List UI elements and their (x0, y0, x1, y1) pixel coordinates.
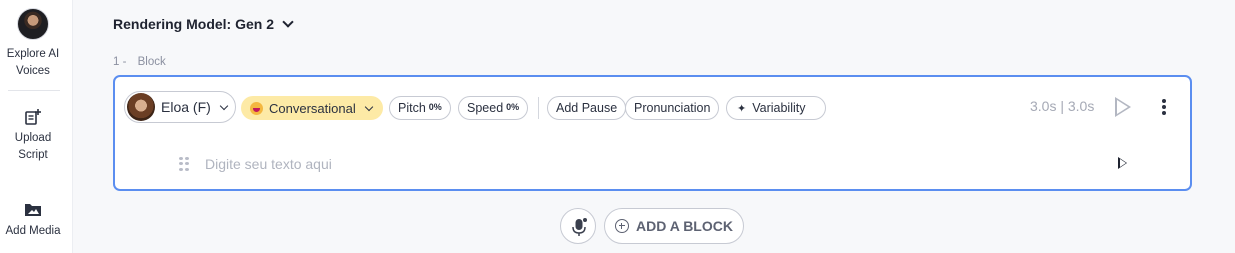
speed-label: Speed (467, 101, 504, 115)
sidebar-item-add-media[interactable]: Add Media (0, 201, 66, 240)
variability-label: Variability (752, 101, 806, 115)
sidebar-divider (8, 90, 60, 91)
voice-avatar (127, 93, 155, 121)
sidebar-item-explore-ai-voices[interactable]: Explore AI Voices (0, 8, 66, 80)
chevron-down-icon (282, 16, 294, 28)
sidebar-label-line: Voices (16, 65, 50, 77)
add-block-button[interactable]: ADD A BLOCK (604, 208, 744, 244)
sidebar-label-line: Script (18, 149, 48, 161)
style-label: Conversational (269, 100, 356, 116)
block-index: 1 - (113, 56, 127, 68)
rendering-model-dropdown[interactable]: Rendering Model: Gen 2 (113, 16, 294, 32)
upload-script-icon (25, 109, 41, 125)
more-options-icon[interactable] (1162, 99, 1166, 115)
speed-value: 0% (506, 101, 520, 112)
pitch-value: 0% (428, 101, 442, 112)
pronunciation-label: Pronunciation (634, 101, 711, 115)
rendering-model-label: Rendering Model: Gen 2 (113, 16, 275, 32)
speed-button[interactable]: Speed 0% (458, 96, 529, 120)
voice-name: Eloa (F) (161, 99, 211, 115)
smile-emoji-icon (250, 101, 263, 115)
chevron-down-icon (219, 101, 229, 110)
sidebar-item-label: Explore AI Voices (7, 46, 59, 80)
add-pause-label: Add Pause (556, 101, 618, 115)
sidebar-item-label: Upload Script (15, 130, 51, 164)
sidebar-item-upload-script[interactable]: Upload Script (0, 108, 66, 164)
add-circle-icon (615, 219, 630, 233)
sidebar-label-line: Add Media (5, 225, 61, 237)
drag-handle-icon[interactable] (179, 157, 189, 171)
block-duration: 3.0s | 3.0s (1030, 98, 1095, 114)
play-line-icon[interactable] (1118, 157, 1127, 169)
add-block-label: ADD A BLOCK (636, 218, 733, 234)
microphone-icon (572, 218, 587, 236)
sidebar-item-label: Add Media (6, 223, 61, 240)
sparkle-icon: ✦ (737, 102, 747, 115)
add-media-icon (25, 204, 41, 216)
avatar-icon (17, 8, 49, 40)
pitch-label: Pitch (398, 101, 426, 115)
add-pause-button[interactable]: Add Pause (547, 96, 627, 120)
toolbar-divider (538, 97, 539, 119)
sidebar-label-line: Explore AI (6, 48, 60, 60)
style-dropdown[interactable]: Conversational (241, 96, 383, 120)
variability-button[interactable]: ✦ Variability (726, 96, 826, 120)
voice-selector[interactable]: Eloa (F) (124, 91, 236, 123)
record-audio-button[interactable] (560, 208, 596, 244)
chevron-down-icon (364, 102, 373, 111)
play-block-icon[interactable] (1115, 97, 1131, 117)
block-text-input[interactable] (205, 153, 905, 175)
block-caption: 1 - Block (113, 56, 166, 68)
sidebar-label-line: Upload (14, 132, 52, 144)
block-caption-label: Block (137, 56, 166, 68)
pitch-button[interactable]: Pitch 0% (389, 96, 451, 120)
pronunciation-button[interactable]: Pronunciation (625, 96, 720, 120)
sidebar: Explore AI Voices Upload Script Add Medi… (0, 0, 73, 253)
block-card: Eloa (F) Conversational Pitch 0% Speed 0… (113, 75, 1192, 191)
